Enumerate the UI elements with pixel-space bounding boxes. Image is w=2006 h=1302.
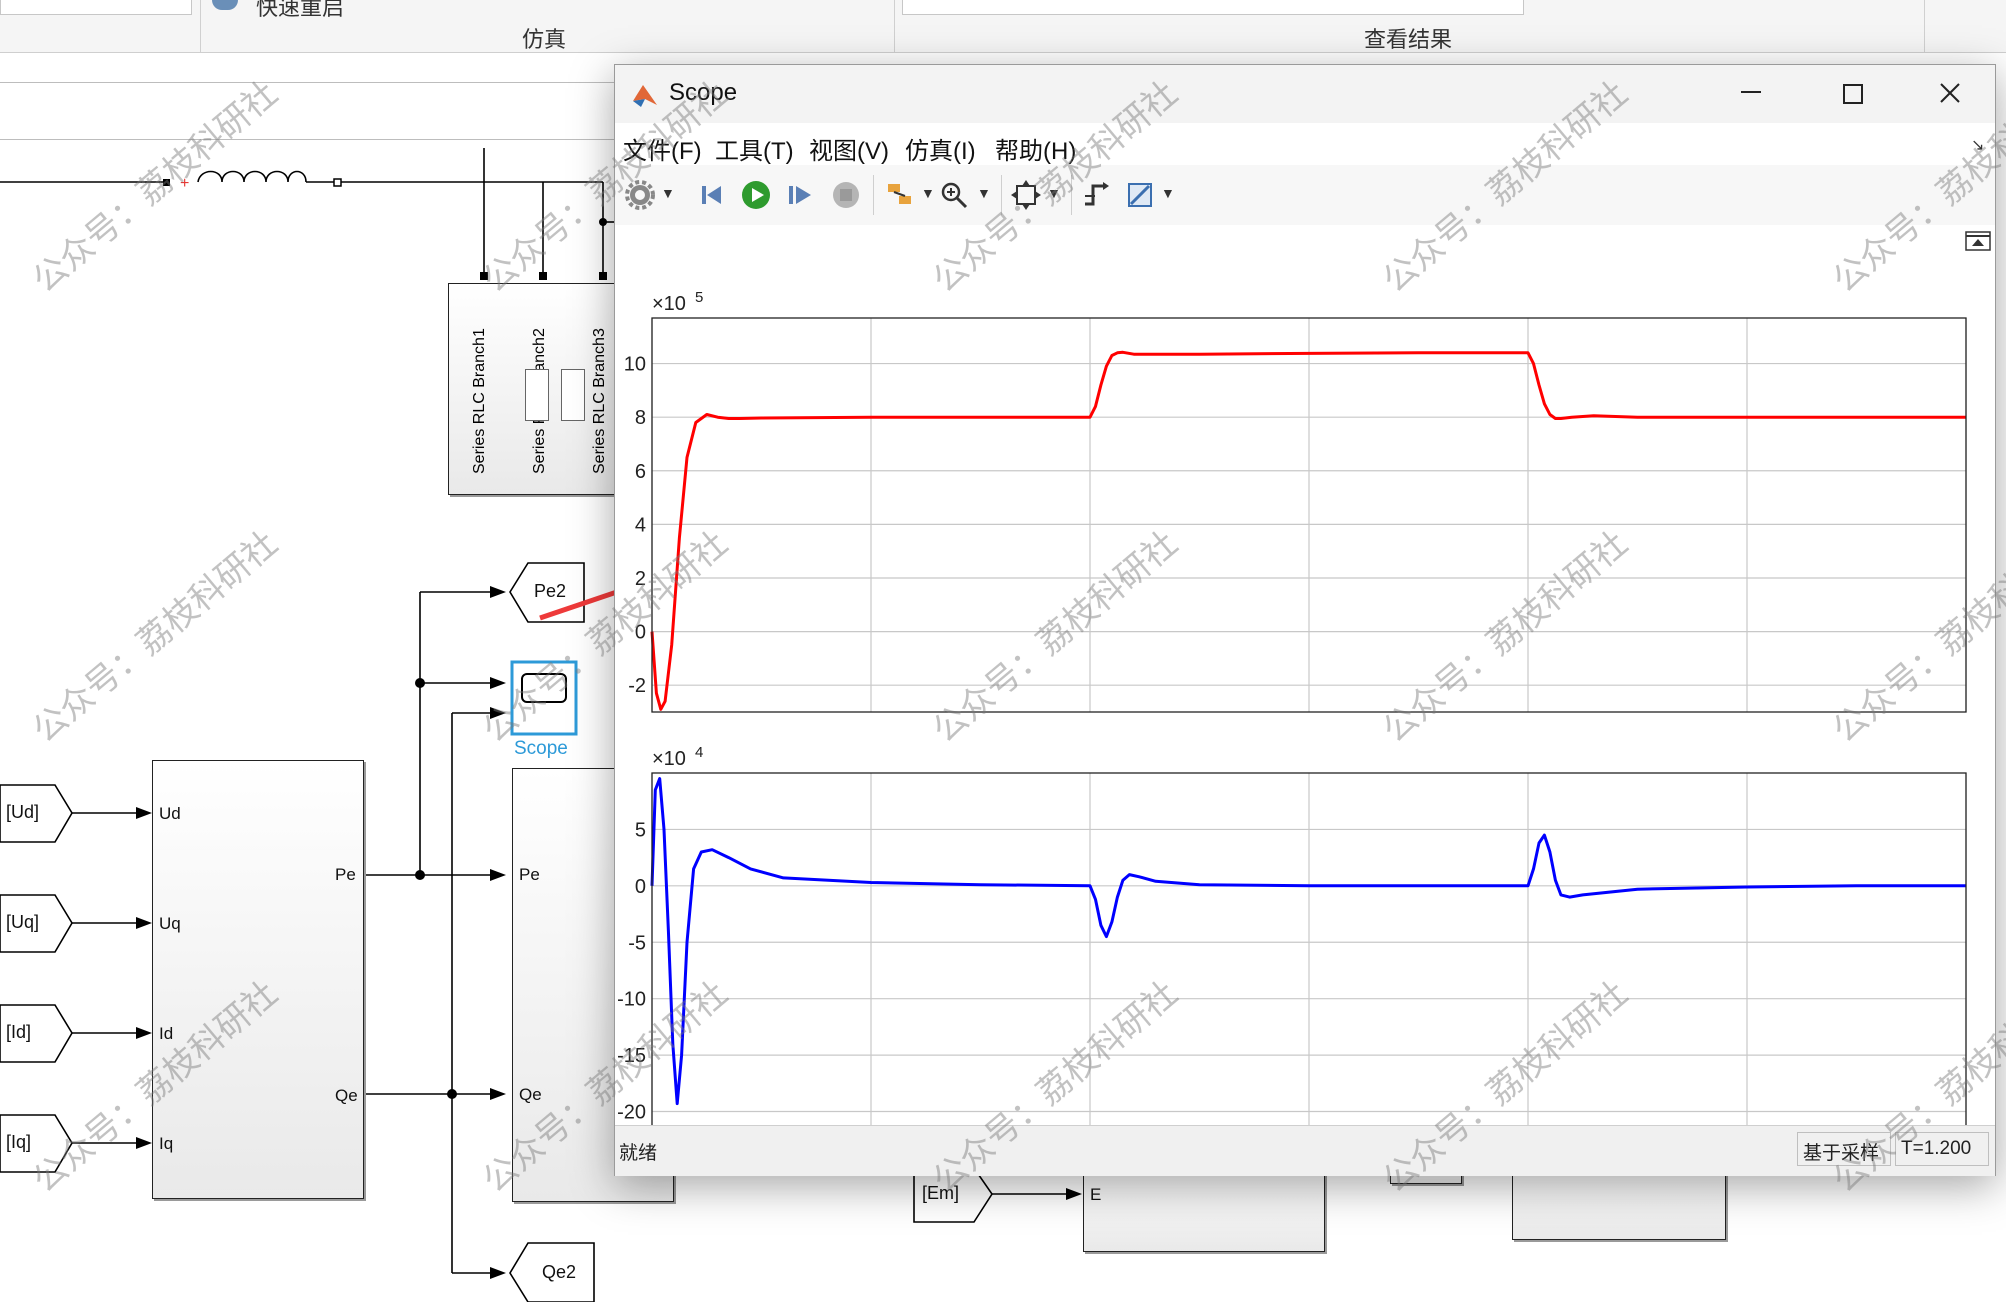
watermark-text: 公众号：荔枝科研社 xyxy=(25,523,286,751)
watermark-text: 公众号：荔枝科研社 xyxy=(925,523,1186,751)
watermark-text: 公众号：荔枝科研社 xyxy=(1825,523,2006,751)
watermark-text: 公众号：荔枝科研社 xyxy=(1375,973,1636,1201)
watermark-text: 公众号：荔枝科研社 xyxy=(475,73,736,301)
watermark-layer: 公众号：荔枝科研社 公众号：荔枝科研社 公众号：荔枝科研社 公众号：荔枝科研社 公众号：… xyxy=(0,0,2006,1302)
watermark-text: 公众号：荔枝科研社 xyxy=(925,973,1186,1201)
watermark-text: 公众号：荔枝科研社 xyxy=(1825,973,2006,1201)
watermark-text: 公众号：荔枝科研社 xyxy=(1375,73,1636,301)
watermark-text: 公众号：荔枝科研社 xyxy=(25,73,286,301)
watermark-text: 公众号：荔枝科研社 xyxy=(25,973,286,1201)
watermark-text: 公众号：荔枝科研社 xyxy=(1375,523,1636,751)
watermark-text: 公众号：荔枝科研社 xyxy=(925,73,1186,301)
watermark-text: 公众号：荔枝科研社 xyxy=(475,523,736,751)
watermark-text: 公众号：荔枝科研社 xyxy=(475,973,736,1201)
watermark-text: 公众号：荔枝科研社 xyxy=(1825,73,2006,301)
